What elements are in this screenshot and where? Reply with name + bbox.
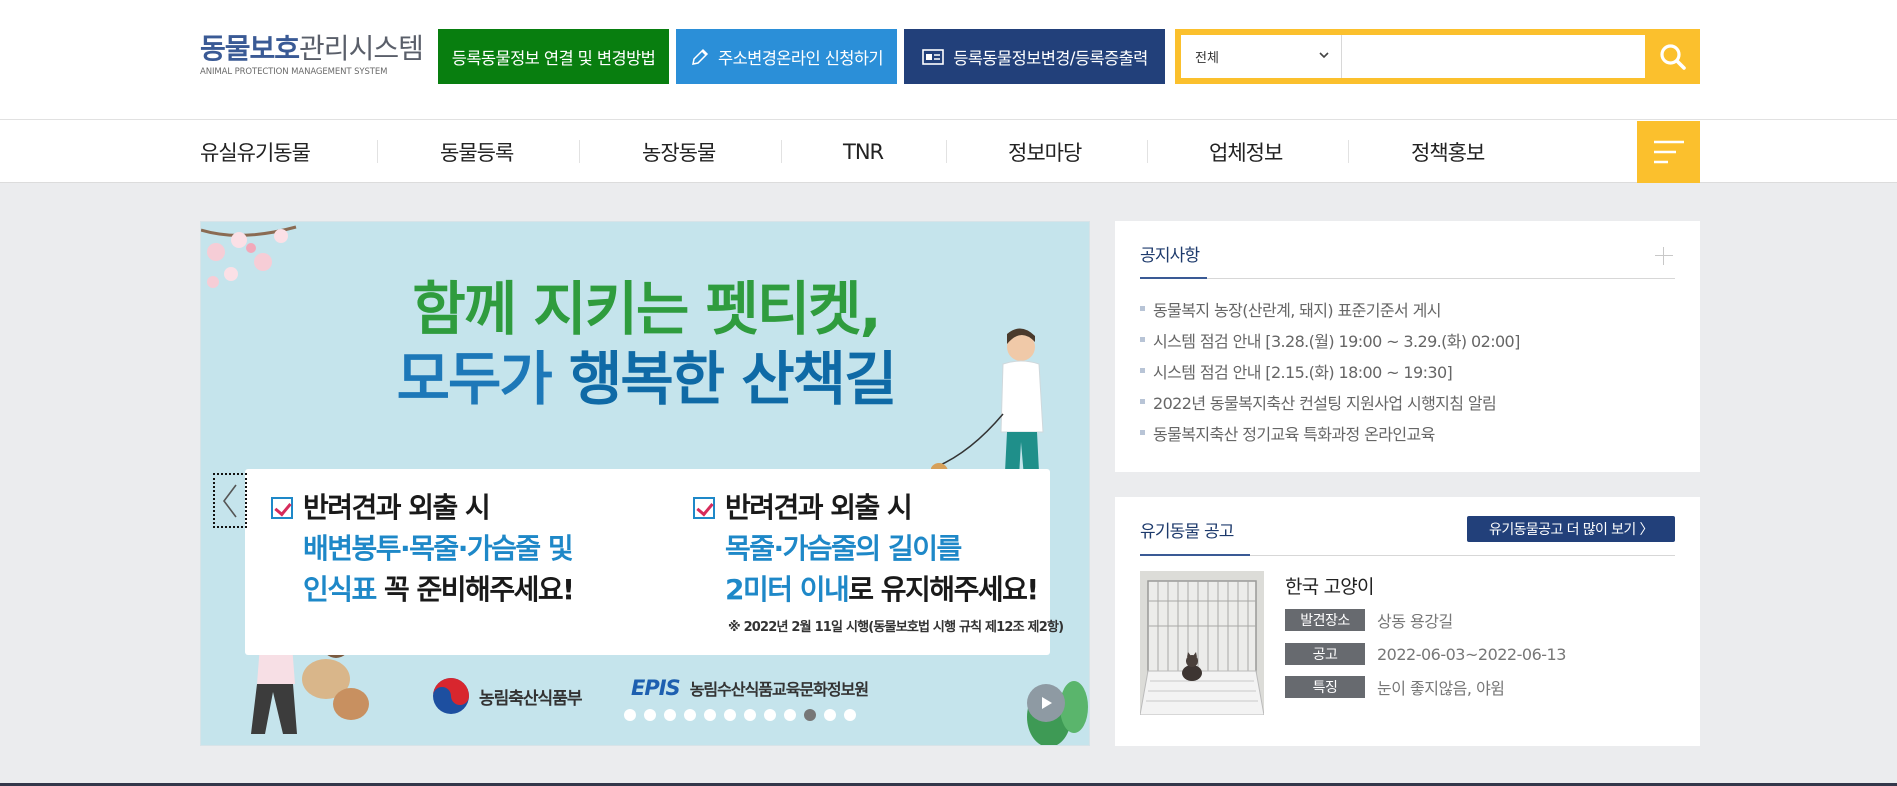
checkbox-icon bbox=[271, 497, 293, 519]
search-button[interactable] bbox=[1645, 29, 1700, 84]
animal-name[interactable]: 한국 고양이 bbox=[1285, 572, 1374, 599]
banner-dot-3[interactable] bbox=[664, 709, 676, 721]
nav-company-info[interactable]: 업체정보 bbox=[1209, 120, 1283, 183]
info-tag: 특징 bbox=[1285, 676, 1365, 698]
chevron-left-icon bbox=[223, 484, 237, 517]
banner-message-1: 반려견과 외출 시 배변봉투·목줄·가슴줄 및 인식표 꼭 준비해주세요! bbox=[303, 491, 575, 606]
banner-dot-12[interactable] bbox=[844, 709, 856, 721]
nav-farm-animals[interactable]: 농장동물 bbox=[642, 120, 716, 183]
search-icon bbox=[1659, 43, 1686, 70]
checkbox-icon bbox=[693, 497, 715, 519]
info-value: 2022-06-03~2022-06-13 bbox=[1377, 644, 1566, 664]
registration-change-print-button[interactable]: 등록동물정보변경/등록증출력 bbox=[904, 29, 1165, 84]
nav-divider bbox=[1348, 140, 1349, 163]
animal-photo[interactable] bbox=[1140, 571, 1264, 715]
promo-banner[interactable]: 함께 지키는 펫티켓, 모두가 행복한 산책길 반려견과 외출 시 배변봉투·목… bbox=[200, 221, 1090, 746]
chevron-down-icon bbox=[1319, 52, 1329, 59]
caged-cat-photo bbox=[1140, 571, 1264, 715]
info-value: 눈이 좋지않음, 야윔 bbox=[1377, 679, 1505, 698]
nav-lost-abandoned-animals[interactable]: 유실유기동물 bbox=[200, 120, 311, 183]
main-nav: 유실유기동물 동물등록 농장동물 TNR 정보마당 업체정보 정책홍보 bbox=[0, 120, 1897, 183]
banner-dot-2[interactable] bbox=[644, 709, 656, 721]
nav-divider bbox=[579, 140, 580, 163]
more-lost-animals-button[interactable]: 유기동물공고 더 많이 보기 〉 bbox=[1467, 516, 1675, 542]
info-row-notice-period: 공고 2022-06-03~2022-06-13 bbox=[1285, 643, 1566, 665]
banner-dot-1[interactable] bbox=[624, 709, 636, 721]
banner-dot-6[interactable] bbox=[724, 709, 736, 721]
banner-prev-button[interactable] bbox=[213, 473, 247, 528]
play-icon bbox=[1042, 697, 1052, 709]
banner-dot-10[interactable] bbox=[804, 709, 816, 721]
nav-tnr[interactable]: TNR bbox=[843, 120, 884, 183]
nav-animal-registration[interactable]: 동물등록 bbox=[440, 120, 514, 183]
header: 동물보호관리시스템 ANIMAL PROTECTION MANAGEMENT S… bbox=[0, 0, 1897, 120]
info-tag: 공고 bbox=[1285, 643, 1365, 665]
nav-divider bbox=[377, 140, 378, 163]
info-tag: 발견장소 bbox=[1285, 609, 1365, 631]
notice-title[interactable]: 공지사항 bbox=[1140, 241, 1200, 266]
nav-divider bbox=[781, 140, 782, 163]
logo-subtitle: ANIMAL PROTECTION MANAGEMENT SYSTEM bbox=[200, 67, 388, 77]
taegeuk-emblem-icon bbox=[433, 678, 469, 714]
search-input[interactable] bbox=[1342, 35, 1653, 78]
info-row-location: 발견장소 상동 용강길 bbox=[1285, 609, 1453, 631]
notice-item[interactable]: 시스템 점검 안내 [2.15.(화) 18:00 ~ 19:30] bbox=[1140, 355, 1520, 386]
divider bbox=[1140, 277, 1207, 279]
banner-dot-11[interactable] bbox=[824, 709, 836, 721]
banner-dot-5[interactable] bbox=[704, 709, 716, 721]
banner-pagination bbox=[624, 709, 856, 721]
notice-list: 동물복지 농장(산란계, 돼지) 표준기준서 게시 시스템 점검 안내 [3.2… bbox=[1140, 293, 1520, 448]
all-menu-button[interactable] bbox=[1637, 121, 1700, 183]
banner-dot-9[interactable] bbox=[784, 709, 796, 721]
banner-message-2: 반려견과 외출 시 목줄·가슴줄의 길이를 2미터 이내로 유지해주세요! bbox=[725, 491, 1039, 606]
lost-animal-title[interactable]: 유기동물 공고 bbox=[1140, 517, 1234, 542]
nav-info-hub[interactable]: 정보마당 bbox=[1008, 120, 1082, 183]
info-row-features: 특징 눈이 좋지않음, 야윔 bbox=[1285, 676, 1505, 698]
nav-divider bbox=[946, 140, 947, 163]
lost-animal-panel: 유기동물 공고 유기동물공고 더 많이 보기 〉 한국 고양이 발견장소 상동 … bbox=[1115, 497, 1700, 746]
pet-info-link-guide-button[interactable]: 등록동물정보 연결 및 변경방법 bbox=[438, 29, 669, 84]
divider bbox=[1140, 554, 1250, 556]
search-category-select[interactable]: 전체 bbox=[1181, 35, 1342, 78]
site-logo[interactable]: 동물보호관리시스템 ANIMAL PROTECTION MANAGEMENT S… bbox=[200, 32, 425, 82]
banner-dot-7[interactable] bbox=[744, 709, 756, 721]
banner-play-button[interactable] bbox=[1027, 684, 1065, 722]
info-value: 상동 용강길 bbox=[1377, 612, 1453, 631]
banner-dot-4[interactable] bbox=[684, 709, 696, 721]
notice-item[interactable]: 2022년 동물복지축산 컨설팅 지원사업 시행지침 알림 bbox=[1140, 386, 1520, 417]
notice-panel: 공지사항 동물복지 농장(산란계, 돼지) 표준기준서 게시 시스템 점검 안내… bbox=[1115, 221, 1700, 472]
notice-item[interactable]: 시스템 점검 안내 [3.28.(월) 19:00 ~ 3.29.(화) 02:… bbox=[1140, 324, 1520, 355]
notice-item[interactable]: 동물복지축산 정기교육 특화과정 온라인교육 bbox=[1140, 417, 1520, 448]
banner-card: 반려견과 외출 시 배변봉투·목줄·가슴줄 및 인식표 꼭 준비해주세요! 반려… bbox=[245, 469, 1064, 655]
banner-dot-8[interactable] bbox=[764, 709, 776, 721]
address-change-online-button[interactable]: 주소변경온라인 신청하기 bbox=[676, 29, 897, 84]
id-card-icon bbox=[922, 48, 945, 65]
logo-title: 동물보호관리시스템 bbox=[200, 32, 424, 65]
nav-policy-pr[interactable]: 정책홍보 bbox=[1411, 120, 1485, 183]
pencil-icon bbox=[692, 48, 709, 65]
ministry-logo: 농림축산식품부 bbox=[431, 676, 582, 716]
epis-logo: EPIS 농림수산식품교육문화정보원 bbox=[631, 676, 869, 700]
search-box: 전체 bbox=[1175, 29, 1700, 84]
nav-divider bbox=[1147, 140, 1148, 163]
hamburger-menu-icon bbox=[1653, 140, 1684, 164]
notice-more-plus-icon[interactable] bbox=[1655, 247, 1673, 265]
banner-note: ※ 2022년 2월 11일 시행(동물보호법 시행 규칙 제12조 제2항) bbox=[728, 620, 1064, 635]
notice-item[interactable]: 동물복지 농장(산란계, 돼지) 표준기준서 게시 bbox=[1140, 293, 1520, 324]
divider bbox=[1140, 278, 1675, 279]
